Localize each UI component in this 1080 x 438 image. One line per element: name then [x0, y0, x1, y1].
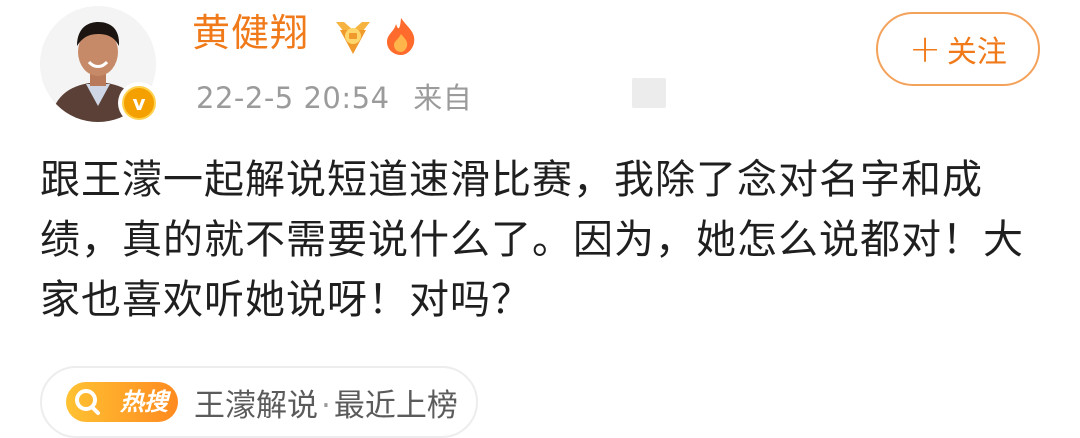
post-text: 跟王濛一起解说短道速滑比赛，我除了念对名字和成绩，真的就不需要说什么了。因为，她… [40, 157, 1024, 323]
post-source-prefix: 来自 [413, 81, 473, 115]
user-badges [332, 16, 422, 56]
verified-badge-icon: v [118, 82, 160, 124]
hot-search-icon-label: 热搜 [120, 388, 168, 416]
hot-search-tag[interactable]: 热搜 王濛解说·最近上榜 [40, 366, 478, 438]
post-timestamp: 22-2-5 20:54 [196, 81, 390, 115]
hot-search-text: 王濛解说·最近上榜 [194, 380, 458, 425]
vip-medal-icon [336, 22, 370, 54]
verified-mark: v [122, 86, 156, 120]
post-meta: 22-2-5 20:54 来自 [196, 84, 472, 113]
hot-search-topic: 王濛解说 [194, 387, 318, 424]
username[interactable]: 黄健翔 [192, 14, 309, 52]
blurred-source [632, 78, 666, 108]
hot-search-separator: · [321, 387, 331, 424]
fire-level-icon [387, 18, 415, 55]
plus-icon: + [909, 27, 941, 71]
hot-search-icon: 热搜 [66, 380, 184, 424]
follow-button[interactable]: + 关注 [876, 12, 1040, 86]
follow-button-label: 关注 [946, 35, 1007, 70]
hot-search-status: 最近上榜 [333, 387, 458, 424]
